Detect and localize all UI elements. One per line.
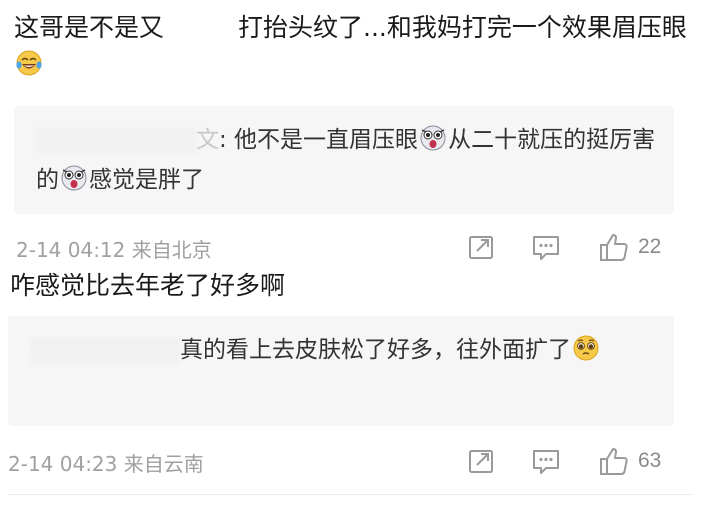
- comment-text-part: 打抬头纹了...和我妈打完一个效果眉压眼: [238, 13, 687, 42]
- pleading-emoji: [573, 335, 599, 361]
- comment-text-part: 这哥是不是又: [14, 13, 165, 42]
- comment-text: 这哥是不是又 打抬头纹了...和我妈打完一个效果眉压眼: [14, 10, 694, 82]
- comment-button[interactable]: [530, 230, 562, 264]
- share-icon: [469, 236, 493, 259]
- reply-text: 真的看上去皮肤松了好多，往外面扩了: [30, 330, 650, 370]
- like-button[interactable]: 22: [598, 230, 661, 264]
- shocked-emoji: [420, 125, 446, 151]
- redacted-username: [30, 337, 180, 364]
- share-button[interactable]: [466, 444, 496, 478]
- comment-text: 咋感觉比去年老了好多啊: [10, 271, 286, 300]
- laughing-tears-emoji: [16, 50, 42, 76]
- like-icon: [600, 448, 628, 475]
- redacted-username: [36, 127, 196, 154]
- comment-button[interactable]: [530, 444, 562, 478]
- shocked-emoji: [61, 165, 87, 191]
- share-icon: [469, 450, 493, 473]
- timestamp: 2-14 04:23 来自云南: [8, 452, 204, 476]
- timestamp: 2-14 04:12 来自北京: [16, 238, 212, 262]
- reply-box: 文: 他不是一直眉压眼 从二十就压的挺厉害的 感觉是胖了: [14, 106, 674, 214]
- reply-text: 文: 他不是一直眉压眼 从二十就压的挺厉害的 感觉是胖了: [36, 120, 656, 200]
- reply-text-part: : 他不是一直眉压眼: [219, 127, 419, 153]
- divider: [8, 494, 694, 495]
- comment-meta: 2-14 04:12 来自北京 22: [0, 228, 702, 268]
- redacted-text: [164, 15, 239, 43]
- like-count: 63: [638, 449, 662, 472]
- share-button[interactable]: [466, 230, 496, 264]
- like-icon: [600, 234, 628, 261]
- comment-meta: 2-14 04:23 来自云南 63: [0, 442, 702, 482]
- reply-text-part: 真的看上去皮肤松了好多，往外面扩了: [180, 337, 571, 363]
- like-button[interactable]: 63: [598, 444, 661, 478]
- comment-icon: [533, 450, 559, 474]
- comment-icon: [533, 236, 559, 260]
- reply-username[interactable]: 文: [196, 127, 219, 153]
- reply-text-part: 感觉是胖了: [89, 167, 204, 193]
- reply-box: 真的看上去皮肤松了好多，往外面扩了: [8, 316, 674, 426]
- like-count: 22: [638, 235, 662, 258]
